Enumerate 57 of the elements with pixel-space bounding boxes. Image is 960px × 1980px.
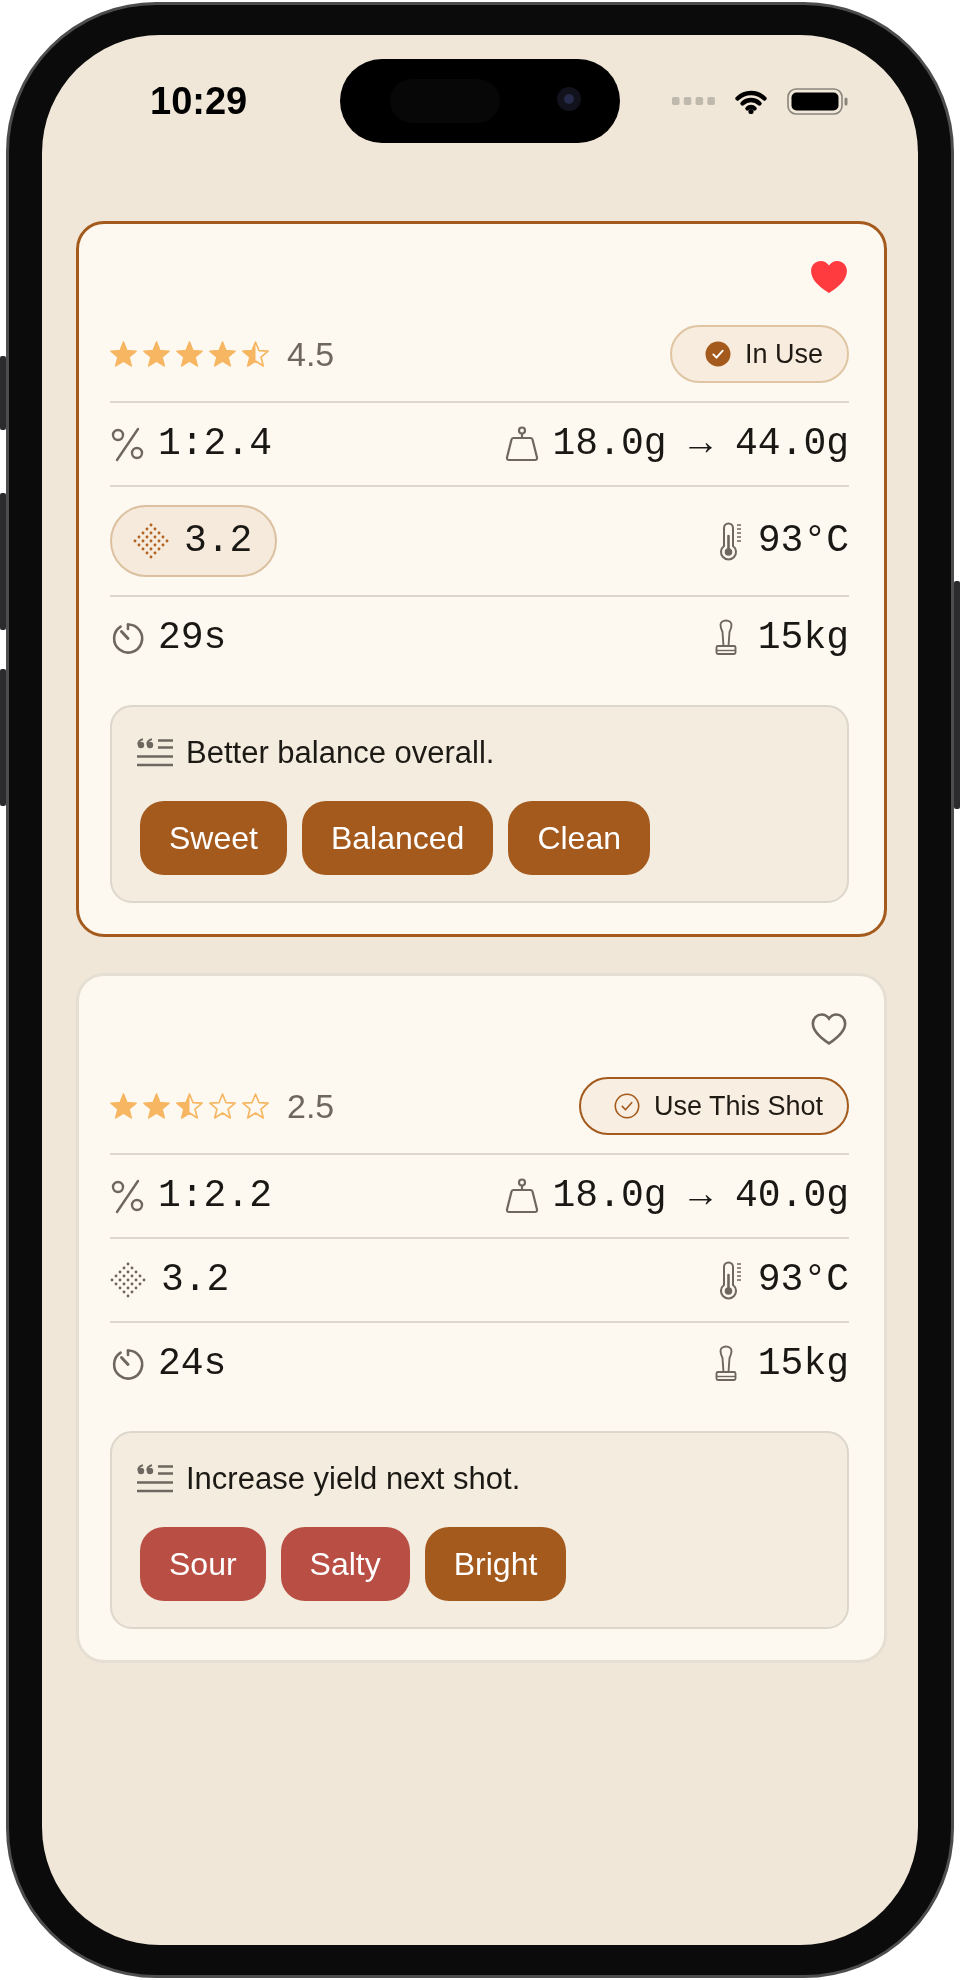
ratio-value: 1:2.4 [158,421,273,467]
check-circle-icon [613,1093,640,1119]
star-icon [209,1093,236,1119]
star-icon [110,1093,137,1119]
star-icon [143,1093,170,1119]
heart-icon[interactable] [809,259,849,295]
tamper-icon [713,1345,738,1383]
rating-value: 2.5 [287,1086,335,1126]
percent-icon [110,426,145,462]
note-icon [136,738,174,768]
dose-yield-value: 18.0g → 44.0g [552,421,849,467]
timer-icon [110,1346,146,1382]
rating-value: 4.5 [287,334,335,374]
note-text: Increase yield next shot. [186,1460,521,1498]
side-button[interactable] [954,581,960,809]
star-icon [209,341,236,367]
thermometer-icon [717,1260,742,1300]
star-icon [110,341,137,367]
flavor-tag: Sour [140,1527,266,1601]
star-icon [176,1093,203,1119]
temperature-value: 93°C [757,1257,849,1303]
use-shot-button[interactable]: Use This Shot [578,1077,849,1135]
grind-value: 3.2 [161,1257,230,1303]
flavor-tag: Balanced [301,801,494,875]
weight-icon [504,426,539,462]
flavor-tag: Salty [280,1527,410,1601]
star-icon [176,341,203,367]
shot-time-value: 29s [158,615,227,661]
note-text: Better balance overall. [186,734,495,772]
status-time: 10:29 [150,79,248,123]
flavor-tag: Sweet [140,801,287,875]
star-icon [143,341,170,367]
timer-icon [110,620,146,656]
check-circle-icon [704,341,731,367]
pressure-value: 15kg [757,1341,849,1387]
weight-icon [504,1178,539,1214]
ratio-value: 1:2.2 [158,1173,273,1219]
side-button[interactable] [0,493,6,630]
thermometer-icon [717,521,742,561]
side-button[interactable] [0,669,6,806]
battery-icon [787,87,848,115]
side-button[interactable] [0,356,6,430]
note-icon [136,1464,174,1494]
heart-icon[interactable] [809,1011,849,1047]
star-icon [242,341,269,367]
flavor-tag: Clean [508,801,650,875]
shot-time-value: 24s [158,1341,227,1387]
star-icon [242,1093,269,1119]
tamper-icon [713,619,738,657]
dose-yield-value: 18.0g → 40.0g [552,1173,849,1219]
flavor-tag: Bright [424,1527,567,1601]
pressure-value: 15kg [757,615,849,661]
temperature-value: 93°C [757,518,849,564]
grind-value: 3.2 [184,518,253,564]
percent-icon [110,1178,145,1214]
use-shot-button[interactable]: In Use [669,325,849,383]
signal-icon [672,97,715,105]
